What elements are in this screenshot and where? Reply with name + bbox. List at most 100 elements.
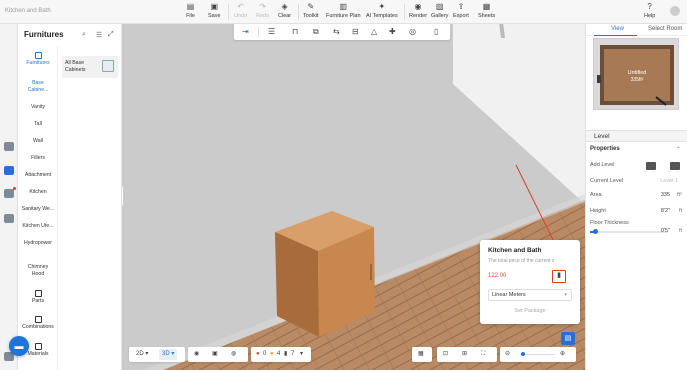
zoom-track[interactable] xyxy=(520,354,555,355)
height-input[interactable]: 8'2" xyxy=(661,208,670,214)
info-count: 7 xyxy=(291,351,295,357)
package-price: 122.00 xyxy=(488,273,507,279)
rotate-icon[interactable]: ◎ xyxy=(409,27,416,37)
floor-thickness-value-row: 0'5" ft xyxy=(660,228,682,234)
error-count: 0 xyxy=(263,351,267,357)
annotation-arrow xyxy=(515,164,567,268)
zoom-out-icon[interactable]: ⊖ xyxy=(505,350,510,359)
export-button[interactable]: ⇪ Export xyxy=(453,2,469,19)
delete-icon[interactable]: ▯ xyxy=(434,27,438,37)
camera-icon[interactable]: ◍ xyxy=(231,350,236,359)
exit-icon[interactable]: ⇥ xyxy=(242,27,249,37)
camera-tools: ⊡ ⊞ ⛶ xyxy=(437,347,497,362)
toolbar-divider xyxy=(228,4,229,20)
quote-button[interactable]: ▤ xyxy=(561,332,575,345)
set-package-button[interactable]: Set Package xyxy=(488,308,572,314)
area-row: Area 335 ft² xyxy=(590,192,682,198)
clear-icon: ◈ xyxy=(281,2,288,11)
chevron-down-icon: ▾ xyxy=(564,292,567,298)
camera-move-icon[interactable]: ⊞ xyxy=(462,350,467,359)
camera-preset-icon[interactable]: ⊡ xyxy=(443,350,448,359)
app-title: Kitchen and Bath xyxy=(5,8,51,14)
copy-icon[interactable]: ⧉ xyxy=(313,27,319,37)
gallery-icon: ▨ xyxy=(435,2,444,11)
layout-tool: ▦ xyxy=(412,347,432,362)
current-level-row: Current Level Level 1 xyxy=(590,178,678,184)
stamp-icon[interactable]: ⊓ xyxy=(292,27,298,37)
ai-templates-button[interactable]: ✦ AI Templates xyxy=(366,2,398,19)
save-button[interactable]: ▣ Save xyxy=(208,2,221,19)
unit-select[interactable]: Linear Meters ▾ xyxy=(488,289,572,301)
eye-icon[interactable]: ◉ xyxy=(194,350,199,359)
help-icon: ? xyxy=(647,2,652,11)
chevron-up-icon[interactable]: ⌃ xyxy=(676,146,681,153)
redo-button[interactable]: ↷ Redo xyxy=(256,2,269,19)
view-2d-button[interactable]: 2D ▾ xyxy=(136,350,148,359)
measure-icon[interactable]: △ xyxy=(371,27,377,37)
minimap-room-area: 335ft² xyxy=(631,77,644,83)
replace-icon[interactable]: ⇆ xyxy=(333,27,340,37)
warning-icon: ● xyxy=(270,351,274,357)
top-toolbar: Kitchen and Bath ▤ File ▣ Save ↶ Undo ↷ … xyxy=(0,0,687,24)
zoom-knob[interactable] xyxy=(521,352,525,356)
chevron-down-icon: ▾ xyxy=(300,351,304,357)
toolkit-button[interactable]: ✎ Toolkit xyxy=(303,2,319,19)
zoom-control: ⊖ ⊕ xyxy=(500,347,576,362)
issues-summary[interactable]: ● 0 ● 4 ▮ 7 ▾ xyxy=(251,347,311,362)
package-delete-button[interactable]: ▮ xyxy=(552,270,566,283)
file-icon: ▤ xyxy=(186,2,195,11)
ai-templates-icon: ✦ xyxy=(378,2,386,11)
fit-view-icon[interactable]: ⛶ xyxy=(481,350,485,359)
right-panel: View Select Room Untitled 335ft² Level P… xyxy=(585,24,687,370)
tab-view[interactable]: View xyxy=(611,26,624,32)
undo-button[interactable]: ↶ Undo xyxy=(234,2,247,19)
minimap-room-name: Untitled xyxy=(628,70,647,76)
info-icon: ▮ xyxy=(284,351,288,357)
toolkit-icon: ✎ xyxy=(307,2,315,11)
sheets-icon: ▦ xyxy=(482,2,491,11)
add-level-above-icon[interactable] xyxy=(646,162,656,170)
current-level-value[interactable]: Level 1 xyxy=(660,178,678,184)
save-icon: ▣ xyxy=(210,2,219,11)
minimap-door xyxy=(597,75,601,83)
render-button[interactable]: ◉ Render xyxy=(409,2,427,19)
add-level-below-icon[interactable] xyxy=(670,162,680,170)
minimap-drawing: Untitled 335ft² xyxy=(597,45,674,106)
export-icon: ⇪ xyxy=(457,2,465,11)
view-3d-button[interactable]: 3D ▾ xyxy=(162,350,174,359)
tab-select-room[interactable]: Select Room xyxy=(648,26,682,32)
floor-thickness-input[interactable]: 0'5" xyxy=(661,228,670,234)
avatar[interactable] xyxy=(670,6,680,16)
active-tab-underline xyxy=(594,35,637,36)
toolbar-divider xyxy=(258,27,259,37)
toolbar-divider xyxy=(298,4,299,20)
error-icon: ● xyxy=(256,351,260,357)
display-tools: ◉ ▣ ◍ xyxy=(188,347,248,362)
redo-icon: ↷ xyxy=(259,2,266,11)
list-icon[interactable]: ☰ xyxy=(268,27,275,37)
package-subtitle: The total price of the current s xyxy=(488,258,555,264)
floorplan-minimap[interactable]: Untitled 335ft² xyxy=(593,38,679,110)
layout-icon[interactable]: ▦ xyxy=(418,350,424,359)
sheets-button[interactable]: ▦ Sheets xyxy=(478,2,495,19)
furniture-plan-button[interactable]: ▥ Furniture Plan xyxy=(326,2,361,19)
mirror-icon[interactable]: ⊟ xyxy=(352,27,359,37)
height-row: Height 8'2" ft xyxy=(590,208,682,214)
chat-icon: ▬ xyxy=(14,341,24,351)
level-section-header[interactable]: Level xyxy=(586,130,687,142)
chat-button[interactable]: ▬ xyxy=(9,336,29,356)
gallery-button[interactable]: ▨ Gallery xyxy=(431,2,448,19)
package-title: Kitchen and Bath xyxy=(488,247,542,254)
clipboard-icon: ▤ xyxy=(564,335,572,342)
render-icon: ◉ xyxy=(414,2,422,11)
favorite-icon[interactable]: ✚ xyxy=(389,27,396,37)
package-popup: Kitchen and Bath The total price of the … xyxy=(480,240,580,324)
add-level-row: Add Level xyxy=(590,162,684,172)
zoom-in-icon[interactable]: ⊕ xyxy=(560,350,565,359)
cube-view-icon[interactable]: ▣ xyxy=(212,350,218,359)
clear-button[interactable]: ◈ Clear xyxy=(278,2,291,19)
help-button[interactable]: ? Help xyxy=(644,2,655,19)
properties-title: Properties xyxy=(590,146,620,152)
trash-icon: ▮ xyxy=(557,272,561,279)
file-button[interactable]: ▤ File xyxy=(186,2,195,19)
